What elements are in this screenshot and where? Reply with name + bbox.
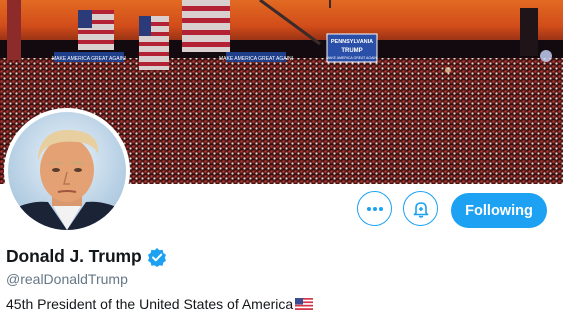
profile-name-row: Donald J. Trump [6,246,167,267]
display-name: Donald J. Trump [6,246,142,266]
stage-sign: PENNSYLVANIA TRUMP MAKE AMERICA GREAT AG… [326,33,378,63]
svg-text:MAKE AMERICA GREAT AGAIN!: MAKE AMERICA GREAT AGAIN! [326,56,378,60]
svg-text:PENNSYLVANIA: PENNSYLVANIA [331,39,373,45]
svg-text:MAKE AMERICA GREAT AGAIN!: MAKE AMERICA GREAT AGAIN! [52,56,126,62]
profile-bio-row: 45th President of the United States of A… [6,296,314,312]
svg-text:MAKE AMERICA GREAT AGAIN!: MAKE AMERICA GREAT AGAIN! [219,56,293,62]
profile-handle: @realDonaldTrump [6,271,128,287]
us-flag-icon [295,298,314,310]
svg-text:TRUMP: TRUMP [341,48,362,54]
flag-center [182,0,230,52]
profile-avatar[interactable] [4,108,130,234]
flag-center-left [139,16,169,70]
bell-plus-icon [413,201,428,218]
more-options-button[interactable] [357,191,392,226]
more-options-icon [366,206,383,211]
notifications-button[interactable] [403,191,438,226]
following-button[interactable]: Following [451,193,547,228]
profile-bio: 45th President of the United States of A… [6,296,294,312]
verified-badge-icon [147,247,166,267]
avatar-portrait-image [8,112,126,230]
